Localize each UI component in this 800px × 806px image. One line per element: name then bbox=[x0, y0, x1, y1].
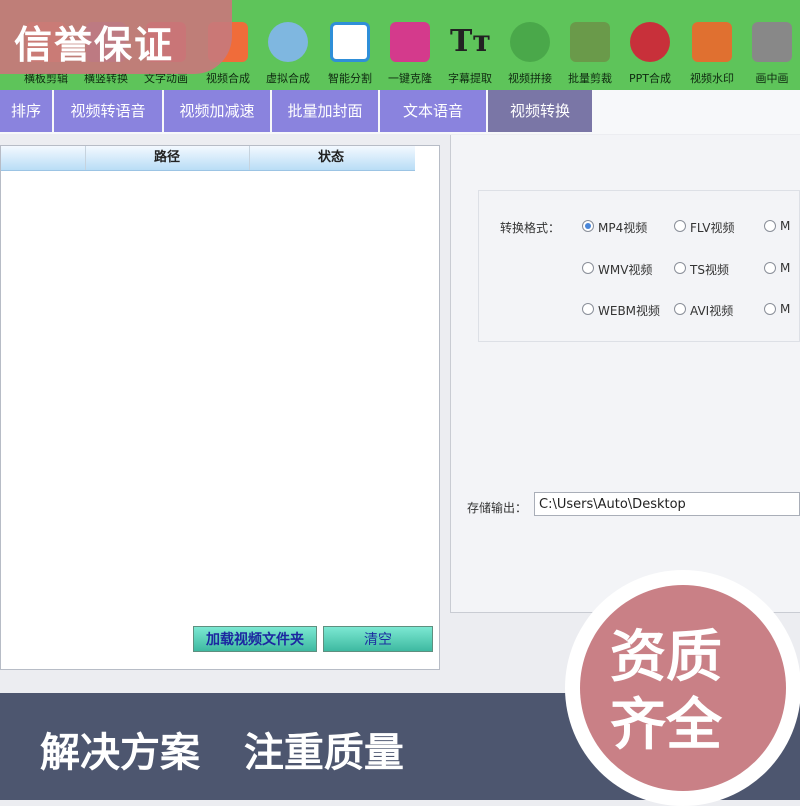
tab-video-convert[interactable]: 视频转换 bbox=[488, 90, 594, 132]
seal-text-line2: 齐全 bbox=[610, 693, 722, 758]
option-wmv-label: WMV视频 bbox=[598, 263, 653, 277]
load-video-folder-button[interactable]: 加载视频文件夹 bbox=[193, 626, 317, 652]
radio-ts[interactable] bbox=[674, 262, 686, 274]
option-ts-label: TS视频 bbox=[690, 263, 729, 277]
tab-bar: 排序 视频转语音 视频加减速 批量加封面 文本语音 视频转换 bbox=[0, 90, 800, 134]
option-m3-label: M bbox=[780, 302, 791, 316]
radio-mp4[interactable] bbox=[582, 220, 594, 232]
radio-flv[interactable] bbox=[674, 220, 686, 232]
clear-button[interactable]: 清空 bbox=[323, 626, 433, 652]
format-label: 转换格式： bbox=[500, 221, 561, 235]
tool-stitch[interactable]: 视频拼接 bbox=[498, 22, 562, 86]
column-blank bbox=[1, 146, 86, 170]
column-path[interactable]: 路径 bbox=[85, 146, 250, 170]
tool-subtitle[interactable]: Tт 字幕提取 bbox=[438, 22, 502, 86]
tool-watermark[interactable]: 视频水印 bbox=[680, 22, 744, 86]
tool-split[interactable]: 智能分割 bbox=[318, 22, 382, 86]
tab-video-to-audio[interactable]: 视频转语音 bbox=[54, 90, 164, 132]
tool-crop[interactable]: 批量剪裁 bbox=[558, 22, 622, 86]
column-status[interactable]: 状态 bbox=[249, 146, 413, 170]
promo-banner-text: 解决方案 注重质量 bbox=[40, 730, 404, 776]
tab-batch-cover[interactable]: 批量加封面 bbox=[272, 90, 380, 132]
radio-m1[interactable] bbox=[764, 220, 776, 232]
option-m2-label: M bbox=[780, 261, 791, 275]
tool-virtual-avatar[interactable]: 虚拟合成 bbox=[256, 22, 320, 86]
tab-text-to-speech[interactable]: 文本语音 bbox=[380, 90, 488, 132]
file-list-header: 路径 状态 bbox=[1, 146, 415, 171]
radio-wmv[interactable] bbox=[582, 262, 594, 274]
tool-clone[interactable]: 一键克隆 bbox=[378, 22, 442, 86]
credibility-badge-text: 信誉保证 bbox=[14, 23, 175, 67]
output-path-field[interactable]: C:\Users\Auto\Desktop bbox=[534, 492, 800, 516]
option-mp4-label: MP4视频 bbox=[598, 221, 648, 235]
radio-webm[interactable] bbox=[582, 303, 594, 315]
split-icon bbox=[330, 22, 370, 62]
clone-icon bbox=[390, 22, 430, 62]
ppt-icon bbox=[630, 22, 670, 62]
option-flv-label: FLV视频 bbox=[690, 221, 735, 235]
radio-avi[interactable] bbox=[674, 303, 686, 315]
crop-icon bbox=[570, 22, 610, 62]
radio-m3[interactable] bbox=[764, 303, 776, 315]
virtual-avatar-icon bbox=[268, 22, 308, 62]
option-m1-label: M bbox=[780, 219, 791, 233]
pip-icon bbox=[752, 22, 792, 62]
radio-m2[interactable] bbox=[764, 262, 776, 274]
output-label: 存储输出： bbox=[467, 501, 528, 515]
option-webm-label: WEBM视频 bbox=[598, 304, 661, 318]
option-avi-label: AVI视频 bbox=[690, 304, 734, 318]
subtitle-icon: Tт bbox=[450, 24, 491, 59]
file-list-panel: 路径 状态 bbox=[0, 145, 440, 670]
stitch-icon bbox=[510, 22, 550, 62]
tab-sort[interactable]: 排序 bbox=[0, 90, 54, 132]
tab-video-speed[interactable]: 视频加减速 bbox=[164, 90, 272, 132]
watermark-icon bbox=[692, 22, 732, 62]
tool-ppt[interactable]: PPT合成 bbox=[618, 22, 682, 86]
tool-pip[interactable]: 画中画 bbox=[740, 22, 800, 86]
